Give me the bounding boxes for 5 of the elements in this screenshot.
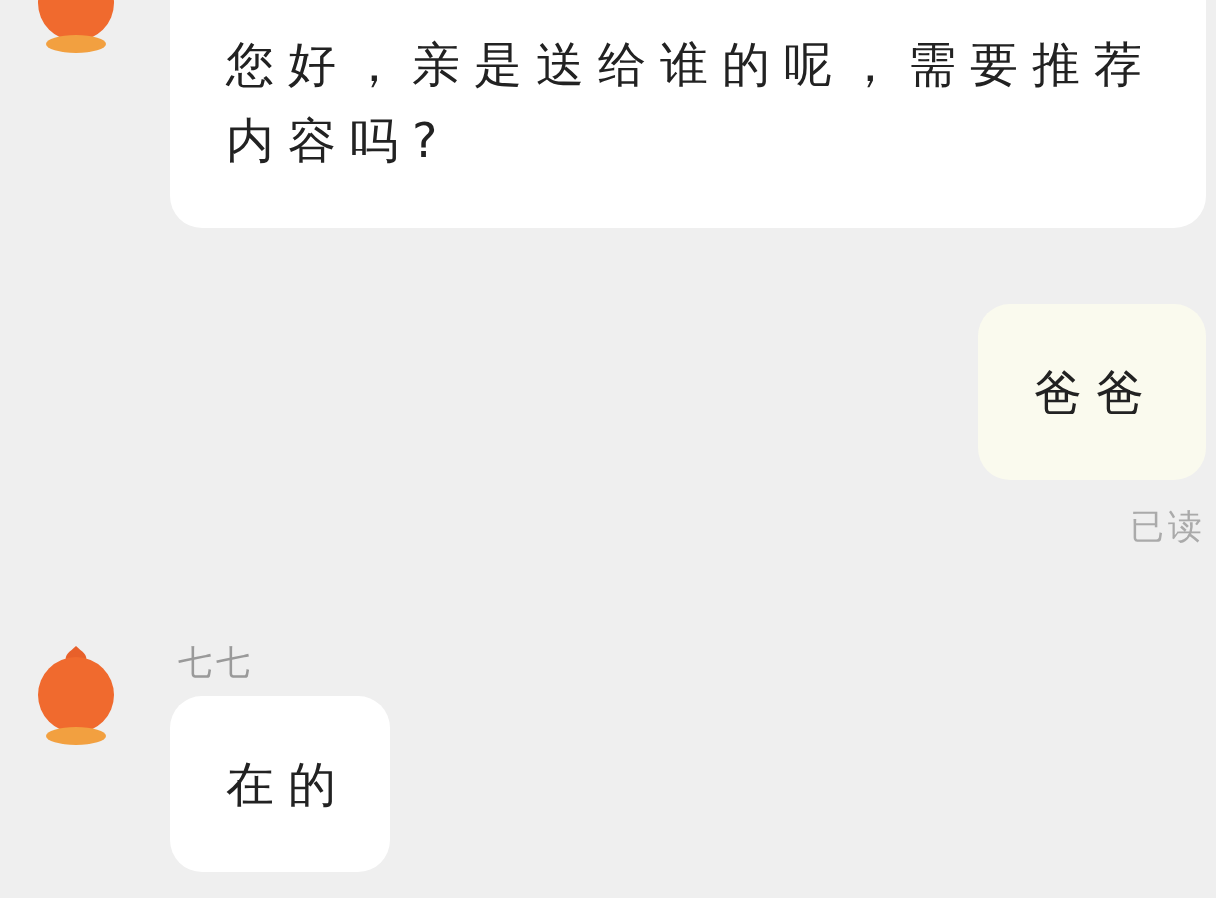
sender-name: 七七: [178, 641, 254, 684]
message-bubble: 爸爸: [978, 304, 1206, 480]
message-bubble: 您好，亲是送给谁的呢，需要推荐内容吗?: [170, 0, 1206, 228]
message-bubble: 在的: [170, 696, 390, 872]
read-status: 已读: [1130, 505, 1206, 548]
